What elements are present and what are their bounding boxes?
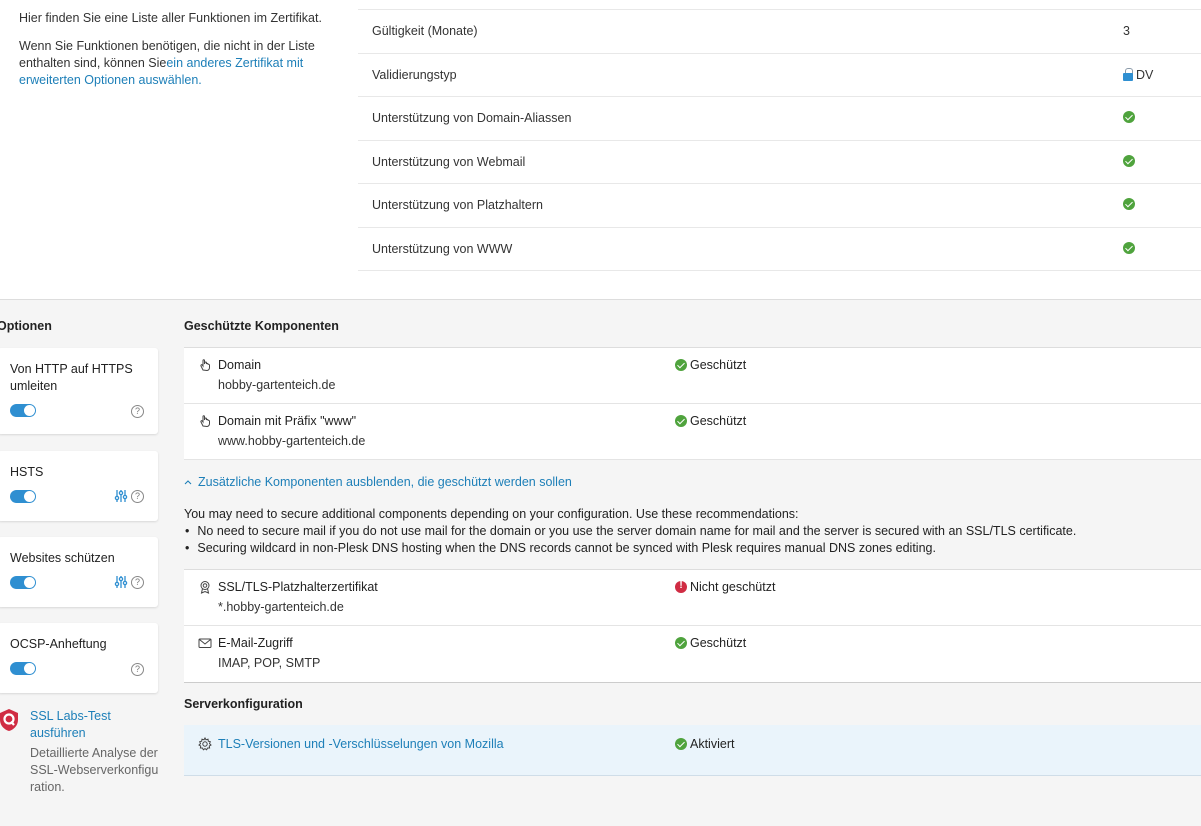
recommendations: You may need to secure additional compon… (184, 506, 1076, 557)
certificate-features-section: Hier finden Sie eine Liste aller Funktio… (0, 0, 1201, 299)
feature-value (1123, 241, 1135, 254)
component-domain: www.hobby-gartenteich.de (218, 434, 366, 448)
protect-websites-toggle[interactable] (10, 576, 36, 589)
feature-name: Validierungstyp (372, 67, 457, 82)
status-protected: Geschützt (675, 636, 746, 650)
help-icon[interactable]: ? (131, 576, 144, 589)
feature-row: Unterstützung von WWW (358, 228, 1201, 271)
ocsp-toggle[interactable] (10, 662, 36, 675)
recommendation-item: No need to secure mail if you do not use… (184, 523, 1076, 540)
option-label: Von HTTP auf HTTPS umleiten (10, 362, 133, 393)
ssl-labs-shield-icon (0, 709, 18, 731)
feature-name: Unterstützung von Platzhaltern (372, 198, 543, 212)
option-card-protect-websites: Websites schützen ? (0, 537, 158, 607)
feature-name: Unterstützung von Domain-Aliassen (372, 111, 572, 125)
check-icon (1123, 241, 1135, 254)
recommendation-item: Securing wildcard in non-Plesk DNS hosti… (184, 540, 1076, 557)
protected-components-table: Domain hobby-gartenteich.de Geschützt Do… (184, 347, 1201, 460)
option-label: OCSP-Anheftung (10, 637, 107, 651)
hide-additional-components-link[interactable]: Zusätzliche Komponenten ausblenden, die … (184, 475, 572, 489)
status-text: Aktiviert (690, 737, 735, 751)
settings-sliders-icon[interactable] (114, 575, 128, 589)
option-card-hsts: HSTS ? (0, 451, 158, 521)
option-label: Websites schützen (10, 551, 115, 565)
status-activated: Aktiviert (675, 737, 734, 751)
status-text: Geschützt (690, 636, 747, 650)
component-domain: *.hobby-gartenteich.de (218, 600, 344, 614)
check-icon (675, 637, 687, 649)
help-icon[interactable]: ? (131, 663, 144, 676)
alert-icon (675, 580, 687, 593)
component-row: Domain mit Präfix "www" www.hobby-garten… (184, 404, 1201, 460)
component-domain: hobby-gartenteich.de (218, 378, 336, 392)
component-name: Domain (218, 358, 262, 372)
feature-name: Unterstützung von WWW (372, 241, 513, 256)
status-text: Nicht geschützt (690, 580, 776, 594)
features-table: Gültigkeit (Monate) 3 Validierungstyp DV… (358, 9, 1201, 271)
intro-text: Hier finden Sie eine Liste aller Funktio… (19, 10, 324, 100)
component-row: SSL/TLS-Platzhalterzertifikat *.hobby-ga… (184, 570, 1201, 626)
check-icon (1123, 154, 1135, 167)
recommendations-list: No need to secure mail if you do not use… (184, 523, 1076, 557)
component-name: E-Mail-Zugriff (218, 636, 293, 650)
option-label: HSTS (10, 465, 44, 479)
protected-components-title: Geschützte Komponenten (184, 319, 339, 333)
settings-sliders-icon[interactable] (114, 489, 128, 503)
server-configuration-title: Serverkonfiguration (184, 697, 303, 711)
pointer-hand-icon (200, 415, 210, 428)
feature-row: Unterstützung von Platzhaltern (358, 184, 1201, 228)
ssl-labs-test-description: Detaillierte Analyse der SSL-Webserverko… (30, 746, 159, 794)
component-protocols: IMAP, POP, SMTP (218, 656, 321, 670)
chevron-up-icon (184, 480, 192, 485)
feature-value: DV (1123, 68, 1153, 82)
options-title: Optionen (0, 319, 52, 333)
check-icon (675, 359, 687, 371)
feature-value (1123, 198, 1135, 210)
help-icon[interactable]: ? (131, 405, 144, 418)
component-name: Domain mit Präfix "www" (218, 414, 357, 428)
status-protected: Geschützt (675, 414, 746, 428)
feature-row: Unterstützung von Webmail (358, 141, 1201, 184)
certificate-badge-icon (200, 581, 210, 594)
hsts-toggle[interactable] (10, 490, 36, 503)
mozilla-tls-settings-link[interactable]: TLS-Versionen und -Verschlüsselungen von… (218, 737, 504, 751)
pointer-hand-icon (200, 359, 210, 372)
check-icon (675, 415, 687, 427)
check-icon (1123, 111, 1135, 123)
recommendations-intro: You may need to secure additional compon… (184, 507, 799, 521)
status-text: Geschützt (690, 414, 747, 428)
help-icon[interactable]: ? (131, 490, 144, 503)
https-redirect-toggle[interactable] (10, 404, 36, 417)
component-row: Domain hobby-gartenteich.de Geschützt (184, 348, 1201, 404)
status-not-protected: Nicht geschützt (675, 580, 775, 594)
feature-name: Gültigkeit (Monate) (372, 24, 478, 38)
feature-value: 3 (1123, 24, 1130, 38)
additional-components-table: SSL/TLS-Platzhalterzertifikat *.hobby-ga… (184, 569, 1201, 683)
option-card-ocsp: OCSP-Anheftung ? (0, 623, 158, 693)
intro-line: Hier finden Sie eine Liste aller Funktio… (19, 11, 322, 25)
feature-value (1123, 154, 1135, 167)
feature-name: Unterstützung von Webmail (372, 154, 526, 169)
hide-additional-components-label: Zusätzliche Komponenten ausblenden, die … (198, 475, 572, 489)
check-icon (1123, 198, 1135, 210)
check-icon (675, 738, 687, 750)
component-name: SSL/TLS-Platzhalterzertifikat (218, 580, 378, 594)
component-row: E-Mail-Zugriff IMAP, POP, SMTP Geschützt (184, 626, 1201, 682)
gear-icon (198, 737, 212, 751)
status-text: Geschützt (690, 358, 747, 372)
envelope-icon (198, 638, 212, 648)
status-protected: Geschützt (675, 358, 746, 372)
feature-row: Unterstützung von Domain-Aliassen (358, 97, 1201, 141)
server-config-row: TLS-Versionen und -Verschlüsselungen von… (184, 725, 1201, 776)
feature-value (1123, 111, 1135, 123)
ssl-labs-test-link[interactable]: SSL Labs-Test ausführen (30, 708, 150, 742)
validity-value: 3 (1123, 24, 1130, 38)
validation-type-value: DV (1136, 67, 1154, 82)
feature-row: Validierungstyp DV (358, 54, 1201, 97)
intro-choose-text: Wenn Sie Funktionen benötigen, die nicht… (19, 38, 324, 89)
feature-row: Gültigkeit (Monate) 3 (358, 10, 1201, 54)
option-card-https-redirect: Von HTTP auf HTTPS umleiten ? (0, 348, 158, 434)
lock-icon (1123, 68, 1133, 81)
protection-section: Optionen Von HTTP auf HTTPS umleiten ? H… (0, 299, 1201, 826)
